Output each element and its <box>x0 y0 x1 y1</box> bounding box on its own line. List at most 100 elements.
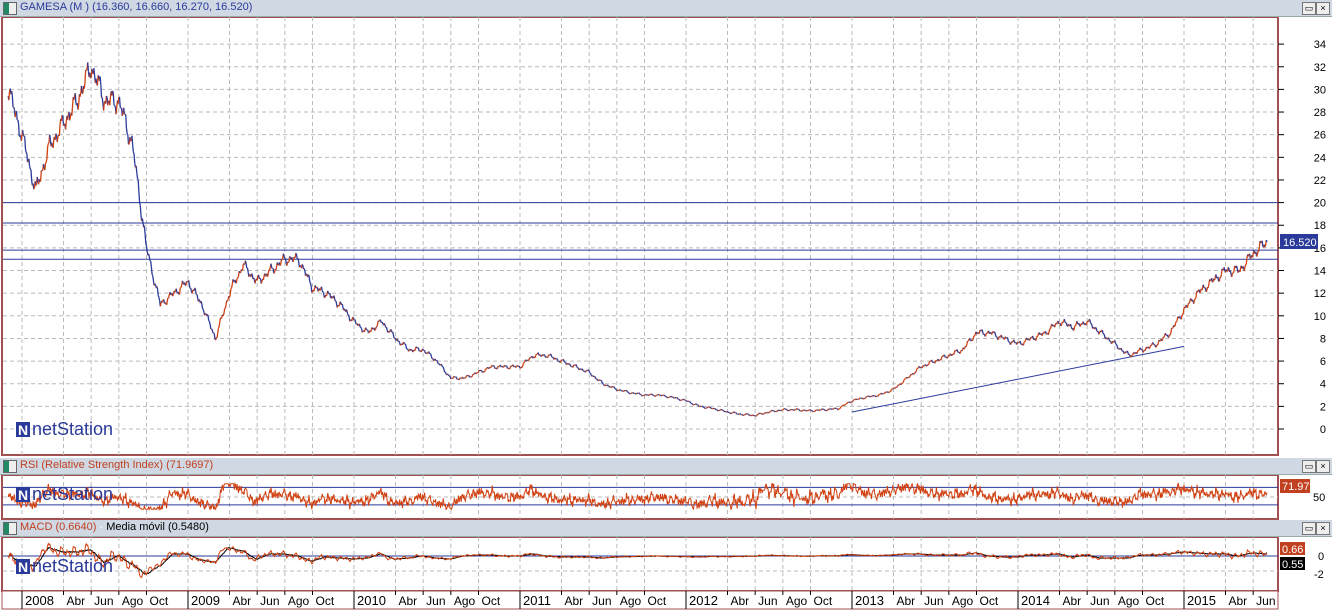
price-segment <box>46 146 49 160</box>
price-segment <box>282 253 285 257</box>
price-segment <box>1264 245 1267 248</box>
x-tick-label: Jun <box>592 594 611 608</box>
watermark-text: netStation <box>32 556 113 576</box>
price-segment <box>279 264 282 266</box>
close-button[interactable]: × <box>1316 522 1330 535</box>
price-segment <box>888 391 890 394</box>
price-segment <box>204 313 206 316</box>
price-segment <box>135 165 138 173</box>
price-segment <box>44 162 47 171</box>
price-segment <box>539 354 542 357</box>
price-segment <box>114 105 116 108</box>
close-button[interactable]: × <box>1316 2 1330 15</box>
maximize-button[interactable]: ▭ <box>1302 460 1316 473</box>
price-segment <box>206 314 209 317</box>
price-segment <box>1166 334 1169 338</box>
price-segment <box>91 68 94 72</box>
price-segment <box>202 309 205 313</box>
price-segment <box>468 375 471 378</box>
x-tick-label: Jun <box>1090 594 1109 608</box>
price-segment <box>1150 343 1153 346</box>
price-segment <box>271 267 273 269</box>
price-segment <box>1242 266 1244 268</box>
price-segment <box>222 313 225 317</box>
price-segment <box>547 355 549 358</box>
price-segment <box>299 264 302 267</box>
price-segment <box>640 394 643 396</box>
plot-frame <box>1 17 1279 456</box>
price-segment <box>264 274 267 277</box>
price-segment <box>1054 324 1056 328</box>
price-segment <box>281 257 284 261</box>
price-segment <box>948 354 951 357</box>
price-segment <box>1175 321 1177 323</box>
price-segment <box>349 319 352 322</box>
price-segment <box>291 256 294 261</box>
price-segment <box>951 354 953 357</box>
price-segment <box>933 361 935 364</box>
macd-chart[interactable]: NnetStation 0.66 0.55 0 -2 <box>0 537 1332 592</box>
price-segment <box>840 405 843 408</box>
close-button[interactable]: × <box>1316 460 1330 473</box>
price-segment <box>1225 269 1228 272</box>
separator: - <box>96 521 107 533</box>
price-segment <box>333 295 336 299</box>
price-segment <box>315 286 318 289</box>
price-segment <box>496 366 499 370</box>
price-segment <box>628 392 630 394</box>
price-segment <box>999 335 1002 338</box>
price-segment <box>747 413 750 416</box>
maximize-button[interactable]: ▭ <box>1302 522 1316 535</box>
price-segment <box>796 408 799 410</box>
price-segment <box>839 406 842 409</box>
price-segment <box>1102 332 1105 335</box>
price-segment <box>1152 342 1155 345</box>
price-segment <box>1024 340 1027 342</box>
price-segment <box>217 328 220 334</box>
price-segment <box>284 258 287 264</box>
plot-frame <box>1 537 1279 592</box>
price-segment <box>17 123 20 137</box>
price-segment <box>1199 290 1202 294</box>
price-segment <box>1025 337 1028 340</box>
price-segment <box>1253 252 1256 255</box>
price-segment <box>594 377 597 380</box>
price-segment <box>1060 324 1063 327</box>
price-segment <box>477 371 479 374</box>
price-segment <box>967 339 970 342</box>
price-segment <box>304 273 307 277</box>
price-segment <box>202 308 204 310</box>
price-segment <box>579 368 582 370</box>
price-chart[interactable]: 0246810121416182022242628303234N netStati… <box>0 17 1332 457</box>
price-segment <box>143 226 146 235</box>
price-segment <box>695 403 698 406</box>
price-segment <box>133 153 136 164</box>
maximize-button[interactable]: ▭ <box>1302 2 1316 15</box>
price-segment <box>773 410 776 412</box>
price-segment <box>938 359 941 362</box>
price-segment <box>58 124 61 136</box>
price-segment <box>13 106 16 110</box>
price-segment <box>1090 323 1093 326</box>
price-segment <box>89 72 92 79</box>
price-segment <box>121 112 124 117</box>
x-tick-label: 2015 <box>1187 593 1216 608</box>
price-segment <box>831 408 834 410</box>
netstation-logo: NnetStation <box>16 419 113 439</box>
watermark-text: netStation <box>32 419 113 439</box>
price-segment <box>1022 341 1025 346</box>
price-segment <box>902 380 905 383</box>
price-segment <box>259 277 262 280</box>
x-tick-label: 2009 <box>191 593 220 608</box>
price-segment <box>417 347 420 351</box>
price-segment <box>14 112 17 118</box>
price-segment <box>632 391 634 394</box>
price-segment <box>1007 340 1010 343</box>
price-segment <box>183 282 186 286</box>
price-segment <box>69 117 72 121</box>
rsi-chart[interactable]: NnetStation 71.9750 <box>0 475 1332 520</box>
logo-n: N <box>18 487 28 503</box>
price-segment <box>823 408 826 411</box>
x-tick-label: Jun <box>1256 594 1275 608</box>
x-axis: 2008 Abr Jun Ago Oct 2009 Abr Jun Ago Oct 2010 Abr J… <box>1 591 1279 610</box>
